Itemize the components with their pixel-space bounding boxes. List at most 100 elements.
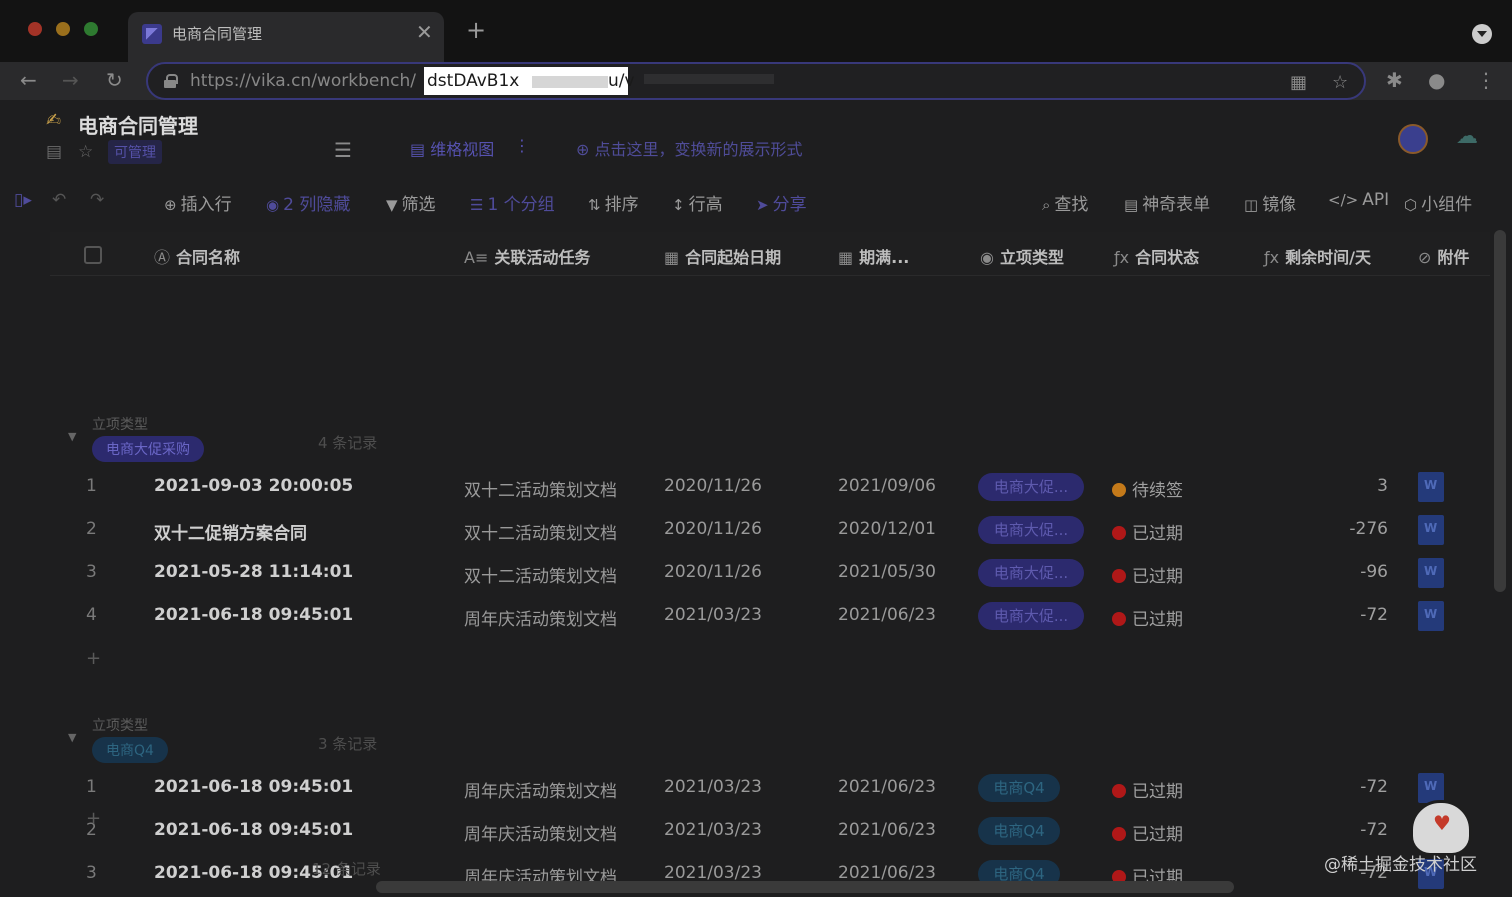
hidden-columns-button[interactable]: ◉ 2 列隐藏 <box>266 190 350 215</box>
doc-info-icon[interactable]: ▤ <box>46 142 62 162</box>
select-all-checkbox[interactable] <box>84 246 102 264</box>
forward-icon[interactable]: → <box>62 68 79 92</box>
linked-task[interactable]: 周年庆活动策划文档 <box>464 605 617 630</box>
browser-menu-icon[interactable]: ⋮ <box>1476 68 1496 92</box>
tab-close-icon[interactable]: ✕ <box>416 20 433 44</box>
sidebar-menu-icon[interactable]: ☰ <box>334 138 352 162</box>
cloud-sync-icon[interactable]: ☁ <box>1456 124 1478 149</box>
type-tag[interactable]: 电商大促... <box>978 473 1084 501</box>
group-collapse-icon[interactable]: ▼ <box>68 430 76 443</box>
linked-task[interactable]: 周年庆活动策划文档 <box>464 777 617 802</box>
end-date[interactable]: 2021/06/23 <box>838 863 936 883</box>
insert-row-button[interactable]: ⊕ 插入行 <box>164 190 232 215</box>
close-window-button[interactable] <box>28 22 42 36</box>
word-file-icon[interactable] <box>1418 558 1444 588</box>
add-row-button[interactable]: + <box>86 648 101 669</box>
view-more-icon[interactable]: ⋮ <box>514 136 530 155</box>
end-date[interactable]: 2021/06/23 <box>838 820 936 840</box>
type-tag[interactable]: 电商大促... <box>978 559 1084 587</box>
start-date[interactable]: 2021/03/23 <box>664 820 762 840</box>
filter-button[interactable]: ▼ 筛选 <box>386 190 436 215</box>
user-avatar[interactable] <box>1398 124 1428 154</box>
column-header-remain[interactable]: ƒx 剩余时间/天 <box>1264 244 1371 268</box>
undo-icon[interactable]: ↶ <box>52 190 66 210</box>
column-header-name[interactable]: Ⓐ 合同名称 <box>154 244 240 268</box>
column-header-status[interactable]: ƒx 合同状态 <box>1114 244 1199 268</box>
table-row[interactable]: 1 2021-09-03 20:00:05 双十二活动策划文档 2020/11/… <box>50 466 1490 509</box>
word-file-icon[interactable] <box>1418 601 1444 631</box>
column-header-end[interactable]: ▦ 期满... <box>838 244 909 268</box>
table-row[interactable]: 2 2021-06-18 09:45:01 周年庆活动策划文档 2021/03/… <box>50 810 1490 853</box>
maximize-window-button[interactable] <box>84 22 98 36</box>
linked-task[interactable]: 双十二活动策划文档 <box>464 519 617 544</box>
linked-task[interactable]: 双十二活动策划文档 <box>464 476 617 501</box>
end-date[interactable]: 2021/09/06 <box>838 476 936 496</box>
end-date[interactable]: 2021/06/23 <box>838 777 936 797</box>
widget-button[interactable]: ⬡ 小组件 <box>1404 190 1472 215</box>
qr-code-icon[interactable]: ▦ <box>1290 72 1307 93</box>
start-date[interactable]: 2020/11/26 <box>664 476 762 496</box>
end-date[interactable]: 2021/05/30 <box>838 562 936 582</box>
group-header[interactable]: ▼ 立项类型 电商Q4 3 条记录 <box>50 709 1490 767</box>
contract-name[interactable]: 双十二促销方案合同 <box>154 519 307 544</box>
word-file-icon[interactable] <box>1418 472 1444 502</box>
column-header-attach[interactable]: ⊘ 附件 <box>1418 244 1469 268</box>
redo-icon[interactable]: ↷ <box>90 190 104 210</box>
table-row[interactable]: 3 2021-05-28 11:14:01 双十二活动策划文档 2020/11/… <box>50 552 1490 595</box>
linked-task[interactable]: 双十二活动策划文档 <box>464 562 617 587</box>
reload-icon[interactable]: ↻ <box>106 68 123 92</box>
add-row-button[interactable]: + <box>86 808 101 829</box>
start-date[interactable]: 2021/03/23 <box>664 605 762 625</box>
horizontal-scrollbar[interactable] <box>376 881 1234 893</box>
table-row[interactable]: 4 2021-06-18 09:45:01 周年庆活动策划文档 2021/03/… <box>50 595 1490 638</box>
contract-name[interactable]: 2021-06-18 09:45:01 <box>154 820 353 840</box>
mirror-button[interactable]: ◫ 镜像 <box>1244 190 1296 215</box>
api-button[interactable]: </> API <box>1328 190 1389 210</box>
row-height-button[interactable]: ↕ 行高 <box>672 190 723 215</box>
table-row[interactable]: 1 2021-06-18 09:45:01 周年庆活动策划文档 2021/03/… <box>50 767 1490 810</box>
column-header-task[interactable]: A≡ 关联活动任务 <box>464 244 590 268</box>
contract-name[interactable]: 2021-09-03 20:00:05 <box>154 476 353 496</box>
vertical-scrollbar[interactable] <box>1494 230 1506 592</box>
url-omnibox[interactable]: https://vika.cn/workbench/ dstDAvB1x u/v… <box>146 62 1366 100</box>
share-button[interactable]: ➤ 分享 <box>756 190 807 215</box>
contract-name[interactable]: 2021-06-18 09:45:01 <box>154 605 353 625</box>
contract-name[interactable]: 2021-06-18 09:45:01 <box>154 777 353 797</box>
start-date[interactable]: 2021/03/23 <box>664 777 762 797</box>
bookmark-star-icon[interactable]: ☆ <box>1332 72 1348 93</box>
start-date[interactable]: 2020/11/26 <box>664 519 762 539</box>
table-row[interactable]: 2 双十二促销方案合同 双十二活动策划文档 2020/11/26 2020/12… <box>50 509 1490 552</box>
end-date[interactable]: 2021/06/23 <box>838 605 936 625</box>
start-date[interactable]: 2020/11/26 <box>664 562 762 582</box>
new-tab-button[interactable]: + <box>466 18 486 42</box>
group-header[interactable]: ▼ 立项类型 电商大促采购 4 条记录 <box>50 408 1490 466</box>
end-date[interactable]: 2020/12/01 <box>838 519 936 539</box>
extensions-icon[interactable]: ✱ <box>1386 68 1403 92</box>
form-button[interactable]: ▤ 神奇表单 <box>1124 190 1210 215</box>
column-header-type[interactable]: ◉ 立项类型 <box>980 244 1064 268</box>
back-icon[interactable]: ← <box>20 68 37 92</box>
type-tag[interactable]: 电商大促... <box>978 602 1084 630</box>
linked-task[interactable]: 周年庆活动策划文档 <box>464 820 617 845</box>
type-tag[interactable]: 电商Q4 <box>978 817 1060 845</box>
word-file-icon[interactable] <box>1418 773 1444 803</box>
expand-sidebar-icon[interactable]: ▯▸ <box>14 190 32 210</box>
start-date[interactable]: 2021/03/23 <box>664 863 762 883</box>
minimize-window-button[interactable] <box>56 22 70 36</box>
group-collapse-icon[interactable]: ▼ <box>68 731 76 744</box>
browser-tab[interactable]: 电商合同管理 ✕ <box>128 12 444 62</box>
column-header-start[interactable]: ▦ 合同起始日期 <box>664 244 781 268</box>
word-file-icon[interactable] <box>1418 515 1444 545</box>
tab-search-icon[interactable] <box>1472 24 1492 44</box>
doc-title[interactable]: 电商合同管理 <box>78 110 198 139</box>
sort-button[interactable]: ⇅ 排序 <box>588 190 639 215</box>
contract-name[interactable]: 2021-05-28 11:14:01 <box>154 562 353 582</box>
view-tab[interactable]: ▤ 维格视图 <box>410 136 494 160</box>
type-tag[interactable]: 电商Q4 <box>978 774 1060 802</box>
type-tag[interactable]: 电商大促... <box>978 516 1084 544</box>
search-button[interactable]: ⌕ 查找 <box>1042 190 1088 215</box>
add-view-hint[interactable]: ⊕ 点击这里，变换新的展示形式 <box>576 136 803 160</box>
favorite-star-icon[interactable]: ☆ <box>78 142 93 162</box>
group-button[interactable]: ☰ 1 个分组 <box>470 190 555 215</box>
profile-icon[interactable]: ● <box>1428 68 1445 92</box>
